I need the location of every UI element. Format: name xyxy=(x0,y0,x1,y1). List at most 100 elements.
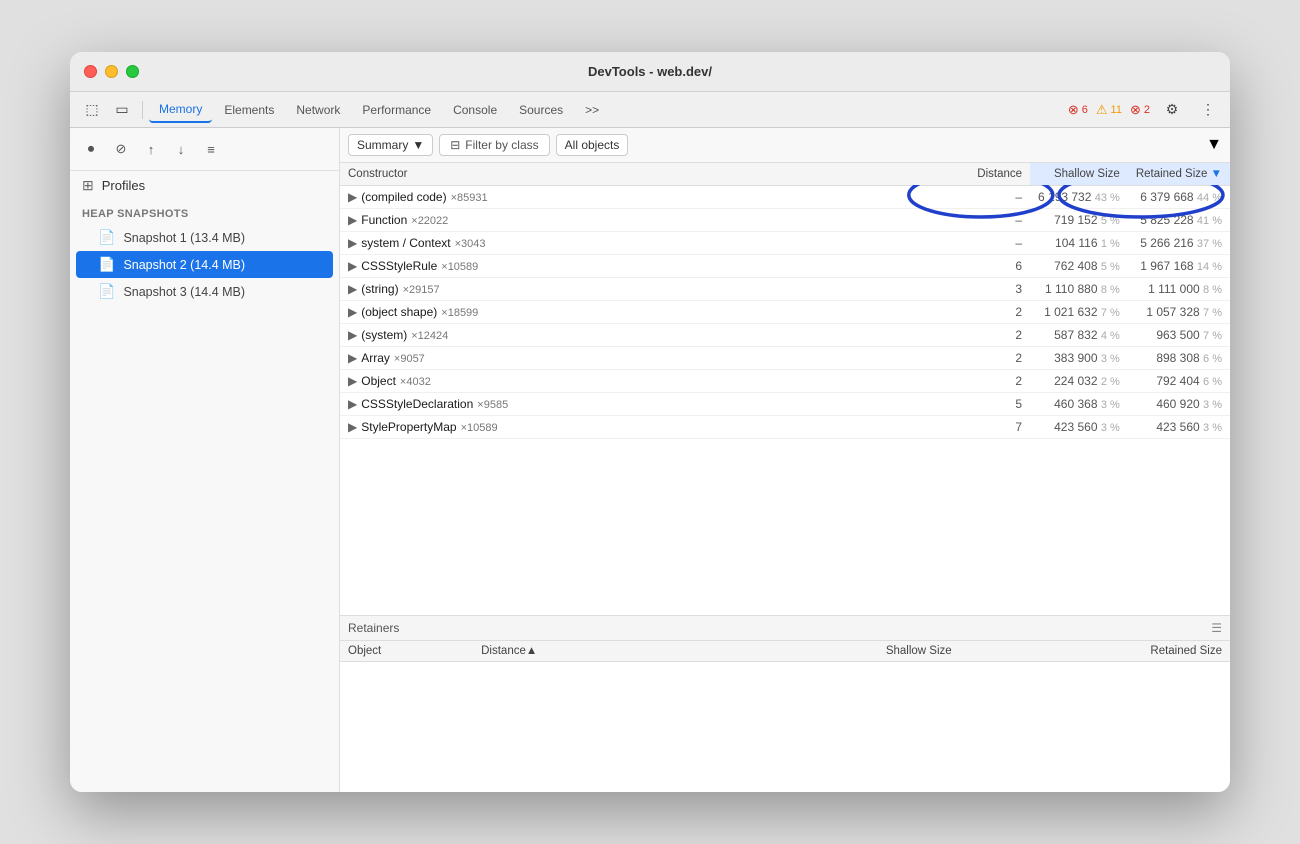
error-count[interactable]: ⊗ 6 xyxy=(1068,102,1088,118)
warning-count[interactable]: ⚠ 11 xyxy=(1096,102,1122,118)
heap-snapshots-title: Heap snapshots xyxy=(70,200,339,224)
toolbar-right: ⊗ 6 ⚠ 11 ⊗ 2 ⚙ ⋮ xyxy=(1068,97,1222,123)
stop-button[interactable]: ⊘ xyxy=(108,136,134,162)
constructor-cell: ▶(object shape)×18599 xyxy=(340,301,969,324)
snapshot-2-item[interactable]: 📄 Snapshot 2 (14.4 MB) xyxy=(76,251,333,278)
expand-arrow-icon[interactable]: ▶ xyxy=(348,374,357,388)
expand-arrow-icon[interactable]: ▶ xyxy=(348,351,357,365)
retainers-shallow-header[interactable]: Shallow Size xyxy=(689,641,959,662)
shallow-size-header[interactable]: Shallow Size xyxy=(1030,163,1128,186)
table-row[interactable]: ▶system / Context×3043–104 116 1 %5 266 … xyxy=(340,232,1230,255)
retainers-distance-header[interactable]: Distance▲ xyxy=(473,641,689,662)
shallow-size-cell: 1 110 880 8 % xyxy=(1030,278,1128,301)
tab-network[interactable]: Network xyxy=(286,97,350,123)
device-toolbar-button[interactable]: ▭ xyxy=(108,97,136,123)
constructor-cell: ▶CSSStyleRule×10589 xyxy=(340,255,969,278)
constructor-cell: ▶CSSStyleDeclaration×9585 xyxy=(340,393,969,416)
select-tool-button[interactable]: ⬚ xyxy=(78,97,106,123)
upload-button[interactable]: ↑ xyxy=(138,136,164,162)
table-row[interactable]: ▶(system)×124242587 832 4 %963 500 7 % xyxy=(340,324,1230,347)
tab-performance[interactable]: Performance xyxy=(352,97,441,123)
snapshot-3-icon: 📄 xyxy=(98,283,115,300)
table-row[interactable]: ▶Array×90572383 900 3 %898 308 6 % xyxy=(340,347,1230,370)
info-count[interactable]: ⊗ 2 xyxy=(1130,102,1150,118)
table-row[interactable]: ▶CSSStyleRule×105896762 408 5 %1 967 168… xyxy=(340,255,1230,278)
summary-dropdown[interactable]: Summary ▼ xyxy=(348,134,433,156)
constructor-cell: ▶Object×4032 xyxy=(340,370,969,393)
data-table[interactable]: Constructor Distance Shallow Size Retain… xyxy=(340,163,1230,615)
table-row[interactable]: ▶StylePropertyMap×105897423 560 3 %423 5… xyxy=(340,416,1230,439)
clean-button[interactable]: ≡ xyxy=(198,136,224,162)
download-button[interactable]: ↓ xyxy=(168,136,194,162)
close-button[interactable] xyxy=(84,65,97,78)
shallow-size-cell: 224 032 2 % xyxy=(1030,370,1128,393)
expand-arrow-icon[interactable]: ▶ xyxy=(348,328,357,342)
all-objects-dropdown[interactable]: All objects xyxy=(556,134,629,156)
distance-cell: 5 xyxy=(969,393,1030,416)
retainers-object-header[interactable]: Object xyxy=(340,641,473,662)
filter-by-class-button[interactable]: ⊟ Filter by class xyxy=(439,134,549,156)
table-row[interactable]: ▶Function×22022–719 152 5 %5 825 228 41 … xyxy=(340,209,1230,232)
content-wrapper: Constructor Distance Shallow Size Retain… xyxy=(340,163,1230,792)
expand-arrow-icon[interactable]: ▶ xyxy=(348,420,357,434)
distance-cell: 2 xyxy=(969,301,1030,324)
sidebar-toolbar: ⏺ ⊘ ↑ ↓ ≡ xyxy=(70,128,339,171)
retained-size-cell: 423 560 3 % xyxy=(1128,416,1230,439)
distance-cell: 3 xyxy=(969,278,1030,301)
retainers-section: Retainers ☰ Object Distance▲ Shallow Siz… xyxy=(340,615,1230,792)
minimize-button[interactable] xyxy=(105,65,118,78)
toolbar-right-space: ▼ xyxy=(1206,136,1222,154)
retained-size-cell: 6 379 668 44 % xyxy=(1128,186,1230,209)
expand-arrow-icon[interactable]: ▶ xyxy=(348,259,357,273)
expand-arrow-icon[interactable]: ▶ xyxy=(348,282,357,296)
expand-arrow-icon[interactable]: ▶ xyxy=(348,190,357,204)
snapshot-1-item[interactable]: 📄 Snapshot 1 (13.4 MB) xyxy=(70,224,339,251)
dropdown-arrow-icon: ▼ xyxy=(412,138,424,152)
expand-arrow-icon[interactable]: ▶ xyxy=(348,213,357,227)
shallow-size-cell: 104 116 1 % xyxy=(1030,232,1128,255)
retainers-header: Retainers ☰ xyxy=(340,616,1230,641)
retained-size-cell: 460 920 3 % xyxy=(1128,393,1230,416)
distance-cell: 7 xyxy=(969,416,1030,439)
tab-elements[interactable]: Elements xyxy=(214,97,284,123)
maximize-button[interactable] xyxy=(126,65,139,78)
snapshot-1-icon: 📄 xyxy=(98,229,115,246)
retained-size-cell: 792 404 6 % xyxy=(1128,370,1230,393)
main-toolbar: ⬚ ▭ Memory Elements Network Performance … xyxy=(70,92,1230,128)
main-content: ⏺ ⊘ ↑ ↓ ≡ ⊞ Profiles Heap snapshots 📄 Sn… xyxy=(70,128,1230,792)
distance-cell: 2 xyxy=(969,324,1030,347)
constructor-header[interactable]: Constructor xyxy=(340,163,969,186)
distance-header[interactable]: Distance xyxy=(969,163,1030,186)
table-row[interactable]: ▶(string)×2915731 110 880 8 %1 111 000 8… xyxy=(340,278,1230,301)
profiles-icon: ⊞ xyxy=(82,177,94,194)
table-row[interactable]: ▶(compiled code)×85931–6 193 732 43 %6 3… xyxy=(340,186,1230,209)
table-row[interactable]: ▶(object shape)×1859921 021 632 7 %1 057… xyxy=(340,301,1230,324)
retained-size-header[interactable]: Retained Size ▼ xyxy=(1128,163,1230,186)
filter-icon: ⊟ xyxy=(450,138,460,152)
expand-arrow-icon[interactable]: ▶ xyxy=(348,397,357,411)
constructor-cell: ▶Array×9057 xyxy=(340,347,969,370)
shallow-size-cell: 719 152 5 % xyxy=(1030,209,1128,232)
info-icon: ⊗ xyxy=(1130,102,1141,118)
shallow-size-cell: 6 193 732 43 % xyxy=(1030,186,1128,209)
tab-sources[interactable]: Sources xyxy=(509,97,573,123)
traffic-lights xyxy=(84,65,139,78)
retainers-table: Object Distance▲ Shallow Size Retained S… xyxy=(340,641,1230,792)
profiles-label: Profiles xyxy=(102,178,145,193)
retainers-retained-header[interactable]: Retained Size xyxy=(960,641,1230,662)
snapshot-3-item[interactable]: 📄 Snapshot 3 (14.4 MB) xyxy=(70,278,339,305)
shallow-size-cell: 383 900 3 % xyxy=(1030,347,1128,370)
constructor-cell: ▶(compiled code)×85931 xyxy=(340,186,969,209)
snapshot-2-icon: 📄 xyxy=(98,256,115,273)
expand-arrow-icon[interactable]: ▶ xyxy=(348,305,357,319)
table-row[interactable]: ▶Object×40322224 032 2 %792 404 6 % xyxy=(340,370,1230,393)
record-button[interactable]: ⏺ xyxy=(78,136,104,162)
tab-more[interactable]: >> xyxy=(575,97,609,123)
more-options-button[interactable]: ⋮ xyxy=(1194,97,1222,123)
expand-arrow-icon[interactable]: ▶ xyxy=(348,236,357,250)
settings-button[interactable]: ⚙ xyxy=(1158,97,1186,123)
table-row[interactable]: ▶CSSStyleDeclaration×95855460 368 3 %460… xyxy=(340,393,1230,416)
distance-cell: 2 xyxy=(969,370,1030,393)
tab-memory[interactable]: Memory xyxy=(149,97,212,123)
tab-console[interactable]: Console xyxy=(443,97,507,123)
